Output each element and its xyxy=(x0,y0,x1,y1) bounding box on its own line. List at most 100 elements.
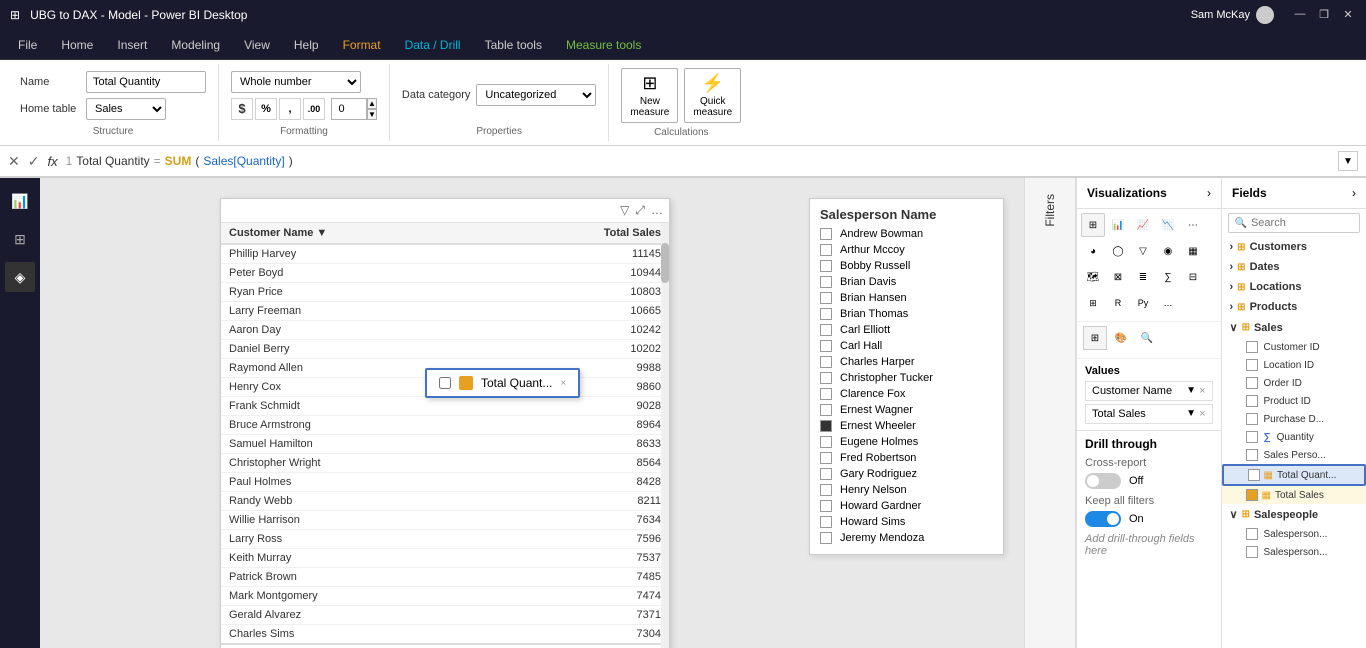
viz-field-icon[interactable]: ⊞ xyxy=(1083,326,1107,350)
value-totalsales-remove[interactable]: × xyxy=(1199,408,1205,420)
data-category-select[interactable]: Uncategorized xyxy=(476,84,596,106)
menu-view[interactable]: View xyxy=(234,34,280,56)
group-salespeople[interactable]: ∨ ⊞ Salespeople xyxy=(1222,504,1366,525)
viz-expand-btn[interactable]: › xyxy=(1207,186,1211,200)
decimal-button[interactable]: .00 xyxy=(303,98,325,120)
menu-modeling[interactable]: Modeling xyxy=(161,34,230,56)
group-customers[interactable]: › ⊞ Customers xyxy=(1222,237,1366,257)
value-total-sales[interactable]: Total Sales ▼ × xyxy=(1085,404,1213,424)
check-salesperson-1[interactable] xyxy=(1246,528,1258,540)
viz-icon-py[interactable]: Py xyxy=(1131,291,1155,315)
slicer-check[interactable] xyxy=(820,228,832,240)
viz-icon-bar[interactable]: 📊 xyxy=(1106,213,1130,237)
slicer-check[interactable] xyxy=(820,372,832,384)
menu-file[interactable]: File xyxy=(8,34,47,56)
cancel-formula-icon[interactable]: ✕ xyxy=(8,153,20,170)
menu-help[interactable]: Help xyxy=(284,34,329,56)
slicer-check[interactable] xyxy=(820,356,832,368)
viz-format-icon[interactable]: 🎨 xyxy=(1109,326,1133,350)
slicer-check[interactable] xyxy=(820,516,832,528)
viz-icon-map[interactable]: 🗺 xyxy=(1081,265,1105,289)
check-purchase-date[interactable] xyxy=(1246,413,1258,425)
scroll-thumb[interactable] xyxy=(661,243,669,283)
drag-checkbox[interactable] xyxy=(439,377,451,389)
value-remove-icon[interactable]: × xyxy=(1199,385,1205,397)
minimize-button[interactable]: — xyxy=(1292,6,1308,22)
check-order-id[interactable] xyxy=(1246,377,1258,389)
scroll-bar[interactable] xyxy=(661,223,669,648)
new-measure-button[interactable]: ⊞ Newmeasure xyxy=(621,68,678,123)
menu-insert[interactable]: Insert xyxy=(107,34,157,56)
check-location-id[interactable] xyxy=(1246,359,1258,371)
viz-icon-treemap[interactable]: ⊞ xyxy=(1081,291,1105,315)
viz-icon-funnel[interactable]: ▽ xyxy=(1131,239,1155,263)
slicer-check[interactable] xyxy=(820,452,832,464)
menu-measure-tools[interactable]: Measure tools xyxy=(556,34,651,56)
slicer-check[interactable] xyxy=(820,500,832,512)
viz-icon-kpi[interactable]: ∑ xyxy=(1156,265,1180,289)
model-view-icon[interactable]: ◈ xyxy=(5,262,35,292)
check-product-id[interactable] xyxy=(1246,395,1258,407)
slicer-check[interactable] xyxy=(820,436,832,448)
check-total-quantity[interactable] xyxy=(1248,469,1260,481)
value-totalsales-dropdown[interactable]: ▼ xyxy=(1186,408,1196,420)
formula-text[interactable]: 1 Total Quantity = SUM ( Sales[Quantity]… xyxy=(66,154,1330,168)
cross-report-toggle[interactable] xyxy=(1085,473,1121,489)
value-dropdown-icon[interactable]: ▼ xyxy=(1186,385,1196,397)
check-salesperson-2[interactable] xyxy=(1246,546,1258,558)
slicer-check[interactable] xyxy=(820,324,832,336)
viz-icon-matrix[interactable]: ⊠ xyxy=(1106,265,1130,289)
slicer-check[interactable] xyxy=(820,260,832,272)
menu-data-drill[interactable]: Data / Drill xyxy=(395,34,471,56)
decimal-down[interactable]: ▼ xyxy=(367,109,377,120)
field-total-quantity[interactable]: ▦ Total Quant... xyxy=(1222,464,1366,486)
viz-icon-more[interactable]: … xyxy=(1156,291,1180,315)
group-sales[interactable]: ∨ ⊞ Sales xyxy=(1222,317,1366,338)
viz-icon-area[interactable]: 📉 xyxy=(1156,213,1180,237)
check-sales-person[interactable] xyxy=(1246,449,1258,461)
close-button[interactable]: ✕ xyxy=(1340,6,1356,22)
drag-close-icon[interactable]: × xyxy=(560,378,566,389)
viz-icon-slicer[interactable]: ≣ xyxy=(1131,265,1155,289)
slicer-check[interactable] xyxy=(820,244,832,256)
filter-icon[interactable]: ▽ xyxy=(620,203,629,218)
slicer-check[interactable] xyxy=(820,388,832,400)
menu-home[interactable]: Home xyxy=(51,34,103,56)
number-type-select[interactable]: Whole number xyxy=(231,71,361,93)
viz-icon-scatter[interactable]: ⋯ xyxy=(1181,213,1205,237)
hometable-select[interactable]: Sales xyxy=(86,98,166,120)
fields-expand-btn[interactable]: › xyxy=(1352,186,1356,200)
comma-button[interactable]: , xyxy=(279,98,301,120)
report-view-icon[interactable]: 📊 xyxy=(5,186,35,216)
group-products[interactable]: › ⊞ Products xyxy=(1222,297,1366,317)
formula-expand-button[interactable]: ▼ xyxy=(1338,151,1358,171)
menu-format[interactable]: Format xyxy=(333,34,391,56)
data-view-icon[interactable]: ⊞ xyxy=(5,224,35,254)
value-customer-name[interactable]: Customer Name ▼ × xyxy=(1085,381,1213,401)
decimal-value-input[interactable] xyxy=(331,98,367,120)
canvas-area[interactable]: ▽ ⤢ … Customer Name ▼ Total Sales Philli… xyxy=(40,178,1024,648)
decimal-up[interactable]: ▲ xyxy=(367,98,377,109)
slicer-check[interactable] xyxy=(820,276,832,288)
viz-icon-card[interactable]: ▦ xyxy=(1181,239,1205,263)
keep-filters-toggle[interactable] xyxy=(1085,511,1121,527)
check-total-sales[interactable] xyxy=(1246,489,1258,501)
viz-icon-waterfall[interactable]: ⊟ xyxy=(1181,265,1205,289)
slicer-check[interactable] xyxy=(820,292,832,304)
slicer-check[interactable] xyxy=(820,468,832,480)
confirm-formula-icon[interactable]: ✓ xyxy=(28,153,40,170)
percent-button[interactable]: % xyxy=(255,98,277,120)
slicer-check[interactable] xyxy=(820,420,832,432)
search-input[interactable] xyxy=(1251,217,1353,229)
currency-button[interactable]: $ xyxy=(231,98,253,120)
check-quantity[interactable] xyxy=(1246,431,1258,443)
slicer-check[interactable] xyxy=(820,308,832,320)
viz-analytics-icon[interactable]: 🔍 xyxy=(1135,326,1159,350)
check-customer-id[interactable] xyxy=(1246,341,1258,353)
viz-icon-r[interactable]: R xyxy=(1106,291,1130,315)
field-total-sales[interactable]: ▦ Total Sales xyxy=(1222,486,1366,504)
slicer-check[interactable] xyxy=(820,484,832,496)
slicer-check[interactable] xyxy=(820,404,832,416)
viz-icon-gauge[interactable]: ◉ xyxy=(1156,239,1180,263)
group-locations[interactable]: › ⊞ Locations xyxy=(1222,277,1366,297)
